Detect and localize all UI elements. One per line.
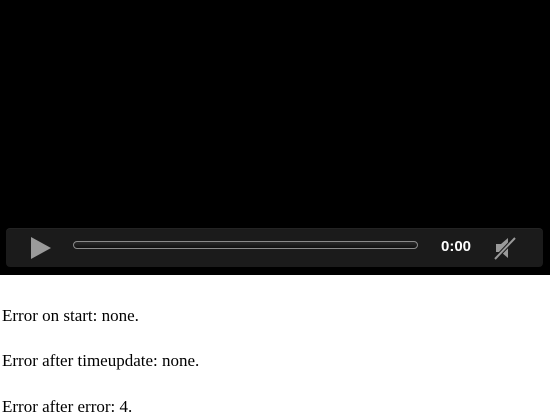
play-button[interactable]: [26, 234, 54, 262]
play-icon: [31, 237, 51, 259]
time-display: 0:00: [440, 238, 472, 255]
mute-button[interactable]: [492, 235, 518, 261]
video-controls-bar: 0:00: [6, 228, 543, 267]
video-player[interactable]: 0:00: [0, 0, 550, 275]
muted-speaker-icon: [493, 236, 517, 261]
status-error-on-start: Error on start: none.: [2, 306, 139, 325]
seek-slider[interactable]: [73, 241, 418, 249]
status-error-after-timeupdate: Error after timeupdate: none.: [2, 351, 200, 370]
status-error-after-error: Error after error: 4.: [2, 397, 133, 416]
